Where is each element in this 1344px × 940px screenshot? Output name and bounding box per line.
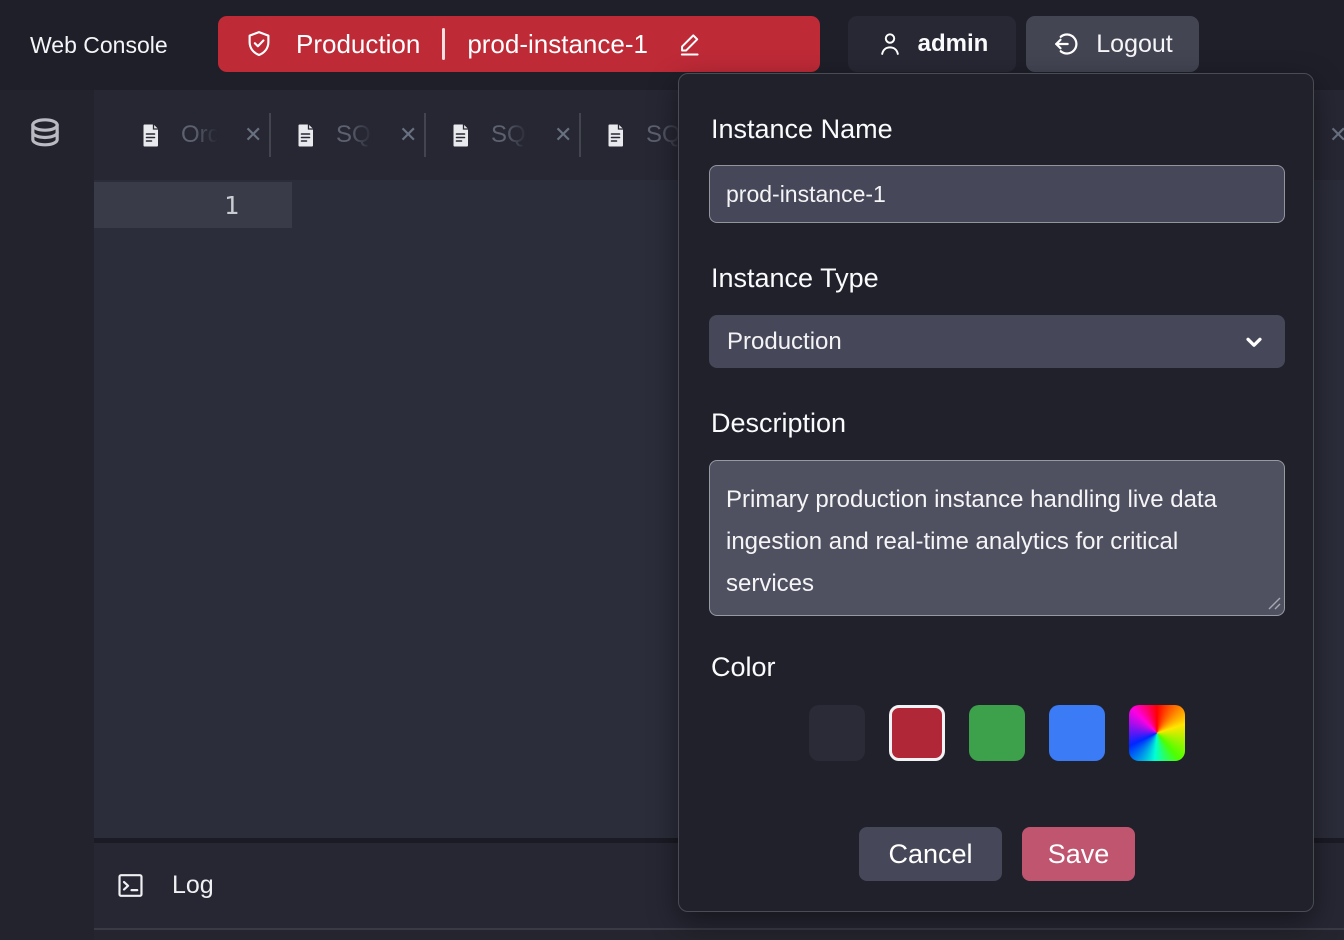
line-number: 1 <box>224 191 239 220</box>
logout-button[interactable]: Logout <box>1026 16 1199 72</box>
file-icon <box>604 122 628 149</box>
logout-label: Logout <box>1096 30 1172 59</box>
environment-label: Production <box>296 29 420 60</box>
badge-separator <box>442 28 445 60</box>
chevron-down-icon <box>1241 329 1267 355</box>
instance-type-value: Production <box>727 328 1241 356</box>
file-icon <box>139 122 163 149</box>
terminal-icon <box>115 870 146 901</box>
instance-type-select[interactable]: Production <box>709 315 1285 368</box>
edit-pencil-icon[interactable] <box>676 30 704 58</box>
tab-close-icon[interactable]: ✕ <box>1329 124 1344 146</box>
active-line-gutter: 1 <box>94 182 292 228</box>
color-swatch-green[interactable] <box>969 705 1025 761</box>
dialog-actions: Cancel Save <box>709 827 1285 881</box>
editor-tab-2[interactable]: SQL ✕ <box>271 90 426 180</box>
instance-badge[interactable]: Production prod-instance-1 <box>218 16 820 72</box>
sidebar <box>0 90 94 940</box>
tab-close-icon[interactable]: ✕ <box>554 124 572 146</box>
instance-name-field-label: Instance Name <box>711 114 893 145</box>
description-textarea[interactable]: Primary production instance handling liv… <box>709 460 1285 616</box>
log-label: Log <box>172 871 214 900</box>
bottom-strip <box>94 930 1344 940</box>
tab-label: SQL <box>491 121 529 149</box>
color-swatch-blue[interactable] <box>1049 705 1105 761</box>
tab-close-icon[interactable]: ✕ <box>244 124 262 146</box>
description-field-label: Description <box>711 408 846 439</box>
tab-close-icon[interactable]: ✕ <box>399 124 417 146</box>
user-icon <box>876 30 904 58</box>
editor-tab-3[interactable]: SQL ✕ <box>426 90 581 180</box>
save-button[interactable]: Save <box>1022 827 1135 881</box>
file-icon <box>294 122 318 149</box>
color-swatch-default[interactable] <box>809 705 865 761</box>
tab-label: SQL <box>336 121 374 149</box>
instance-name-label: prod-instance-1 <box>467 29 648 60</box>
instance-type-field-label: Instance Type <box>711 263 879 294</box>
color-swatch-red[interactable] <box>889 705 945 761</box>
user-menu[interactable]: admin <box>848 16 1016 72</box>
color-field-label: Color <box>711 652 776 683</box>
edit-instance-dialog: Instance Name Instance Type Production D… <box>678 73 1314 912</box>
resize-handle[interactable] <box>1268 597 1281 610</box>
username-label: admin <box>918 30 989 58</box>
instance-name-input[interactable] <box>709 165 1285 223</box>
tab-label: Orders <box>181 121 219 149</box>
file-icon <box>449 122 473 149</box>
cancel-button[interactable]: Cancel <box>859 827 1002 881</box>
editor-tab-1[interactable]: Orders ✕ <box>116 90 271 180</box>
database-icon[interactable] <box>25 114 65 156</box>
shield-check-icon <box>244 29 274 59</box>
logout-icon <box>1052 29 1082 59</box>
description-textarea-wrap: Primary production instance handling liv… <box>709 460 1285 616</box>
color-swatch-row <box>709 705 1285 761</box>
color-swatch-rainbow[interactable] <box>1129 705 1185 761</box>
app-title: Web Console <box>30 0 168 90</box>
